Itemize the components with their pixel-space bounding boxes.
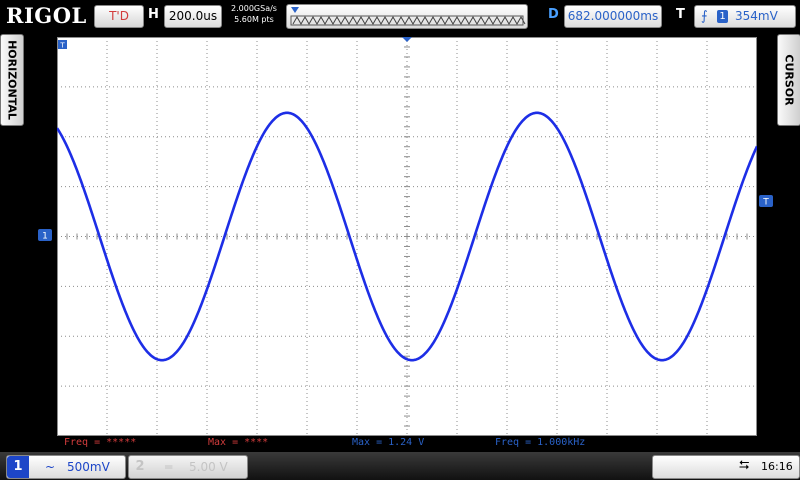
memory-waveform-preview <box>292 15 526 26</box>
timebase-value[interactable]: 200.0us <box>164 5 222 28</box>
trigger-label: T <box>676 7 685 22</box>
channel-1-number: 1 <box>7 456 29 478</box>
channel-1-ground-marker[interactable]: 1 <box>38 229 52 241</box>
memory-trigger-marker <box>291 7 299 13</box>
trigger-level-value: 354mV <box>735 9 778 23</box>
trigger-source-badge: 1 <box>717 10 728 23</box>
trigger-status: T'D <box>94 5 144 28</box>
usb-icon: ⮀ <box>739 458 750 473</box>
dc-coupling-icon: ═ <box>165 460 173 474</box>
channel-2-box[interactable]: 2 ═ 5.00 V <box>128 455 248 479</box>
trigger-level-marker[interactable]: T <box>759 195 773 207</box>
channel-2-scale: 5.00 V <box>189 460 228 474</box>
trigger-settings[interactable]: ⨍ 1 354mV <box>694 5 796 28</box>
trigger-position-label: T <box>59 42 65 50</box>
measurement-max-2: Max = 1.24 V <box>352 437 425 448</box>
cursor-menu-tab[interactable]: CURSOR <box>777 34 800 126</box>
horizontal-label: H <box>148 7 159 22</box>
cursor-tab-label: CURSOR <box>782 54 796 106</box>
memory-depth: 5.60M pts <box>234 15 274 24</box>
rising-edge-icon: ⨍ <box>701 9 708 24</box>
horizontal-tab-label: HORIZONTAL <box>5 40 19 120</box>
horizontal-delay-value[interactable]: 682.000000ms <box>564 5 662 28</box>
measurement-freq-1: Freq = ***** <box>64 437 137 448</box>
memory-position-bar[interactable] <box>286 4 528 29</box>
waveform-display[interactable]: T <box>57 37 757 436</box>
delay-label: D <box>548 7 559 22</box>
clock: 16:16 <box>761 460 793 473</box>
channel-1-box[interactable]: 1 ~ 500mV <box>6 455 126 479</box>
acquisition-info: 2.000GSa/s 5.60M pts <box>226 3 282 25</box>
ac-coupling-icon: ~ <box>45 460 56 474</box>
memory-bar-graphic <box>290 7 526 26</box>
rigol-logo: RIGOL <box>6 3 87 28</box>
channel-1-scale: 500mV <box>67 460 110 474</box>
channel-1-ground-label: 1 <box>42 232 48 242</box>
measurement-freq-2: Freq = 1.000kHz <box>495 437 586 448</box>
horizontal-menu-tab[interactable]: HORIZONTAL <box>0 34 24 126</box>
channel-2-number: 2 <box>135 459 145 474</box>
sample-rate: 2.000GSa/s <box>231 4 277 13</box>
system-status: ⮀ 16:16 <box>652 455 800 479</box>
measurement-max-1: Max = **** <box>208 437 269 448</box>
trigger-level-marker-label: T <box>762 198 769 208</box>
